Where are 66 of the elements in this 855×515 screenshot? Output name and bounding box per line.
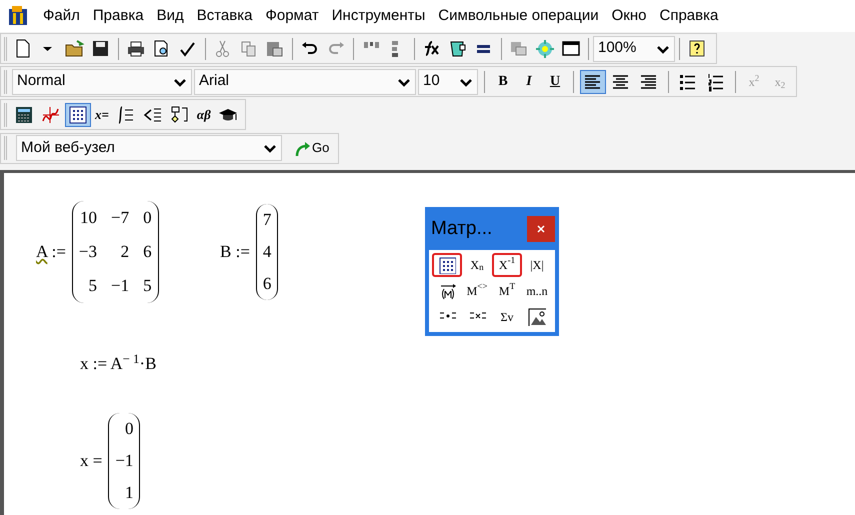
open-folder-icon[interactable] <box>65 38 85 58</box>
palette-button[interactable]: X$_{n}$ <box>462 252 492 276</box>
numbered-list-icon[interactable] <box>706 72 726 92</box>
close-icon <box>535 223 547 236</box>
matrix-cell-text: 7 <box>262 209 272 231</box>
zoom-dropdown[interactable]: 100% <box>593 36 675 62</box>
help-icon[interactable] <box>687 38 707 58</box>
matrix-cell-text: 0 <box>143 207 152 229</box>
bold-button[interactable]: B <box>491 70 515 94</box>
menu-item[interactable]: Вставка <box>196 4 252 28</box>
menu-item[interactable]: Справка <box>659 4 718 28</box>
matrix-cell-text: 5 <box>88 275 97 297</box>
matrix-cell-text: 10 <box>79 207 97 229</box>
matrix-cell-text: 4 <box>262 241 272 263</box>
graph-icon[interactable] <box>41 104 61 124</box>
measuring-cup-icon[interactable] <box>448 38 468 58</box>
toolbar-button[interactable]: αβ <box>194 102 214 126</box>
matrix-cell-text: −7 <box>111 207 130 229</box>
address-dropdown[interactable]: Мой веб-узел <box>16 135 282 161</box>
printer-icon[interactable] <box>126 38 146 58</box>
menu-item[interactable]: Инструменты <box>332 4 426 28</box>
formula: x := A$^{− 1}$·B <box>80 351 156 375</box>
matrix-cell-text: −1 <box>111 275 130 297</box>
app-logo-icon <box>8 5 30 27</box>
menu-item[interactable]: Символьные операции <box>438 4 599 28</box>
palette-button[interactable]: m..n <box>522 278 552 302</box>
window-icon[interactable] <box>561 38 581 58</box>
palette-button[interactable]: |X| <box>522 252 552 276</box>
matrix-cell-text: 0 <box>124 418 134 440</box>
matrix-cell-text: 1 <box>124 482 134 504</box>
curved-arrow-icon <box>293 139 311 157</box>
underline-button[interactable]: U <box>543 70 567 94</box>
menu-item[interactable]: Формат <box>265 4 319 28</box>
palette-button[interactable]: X$^{-1}$ <box>492 252 522 276</box>
menu-item[interactable]: Окно <box>612 4 646 28</box>
toolbar-button[interactable]: x= <box>92 102 112 126</box>
palette-button[interactable]: M$^{<>}$ <box>462 278 492 302</box>
gear-icon[interactable] <box>535 38 555 58</box>
matrix-cell-text: −1 <box>115 450 134 472</box>
matrix-cell-text: 6 <box>262 273 272 295</box>
vectorize-icon[interactable] <box>438 282 456 300</box>
palette-button[interactable]: M$^{T}$ <box>492 278 522 302</box>
menu-item[interactable]: Файл <box>43 4 80 28</box>
menu-item[interactable]: Вид <box>156 4 184 28</box>
palette-title: Матр... <box>430 217 492 241</box>
go-button[interactable]: Go <box>288 135 334 161</box>
matrix-cell-text: 2 <box>120 241 130 263</box>
variable-name: A := <box>36 241 66 264</box>
style-dropdown[interactable]: Normal <box>12 68 192 94</box>
matrix-cell-text: −3 <box>78 241 97 263</box>
flowchart-icon[interactable] <box>170 104 190 124</box>
picture-icon[interactable] <box>528 308 546 326</box>
font-size-dropdown[interactable]: 10 <box>418 68 478 94</box>
font-dropdown[interactable]: Arial <box>194 68 416 94</box>
matrix-cell-text: 5 <box>143 275 152 297</box>
menu-item[interactable]: Правка <box>92 4 144 28</box>
palette-button[interactable]: Σv <box>492 304 522 328</box>
variable-name: B := <box>220 241 250 264</box>
matrix-icon[interactable] <box>438 256 456 274</box>
variable-name: x = <box>80 450 102 472</box>
italic-button[interactable]: I <box>517 70 541 94</box>
close-button[interactable] <box>527 216 555 242</box>
matrix-icon[interactable] <box>68 104 88 124</box>
matrix-cell-text: 6 <box>143 241 152 263</box>
save-icon[interactable] <box>91 38 111 58</box>
calculator-icon[interactable] <box>14 104 34 124</box>
